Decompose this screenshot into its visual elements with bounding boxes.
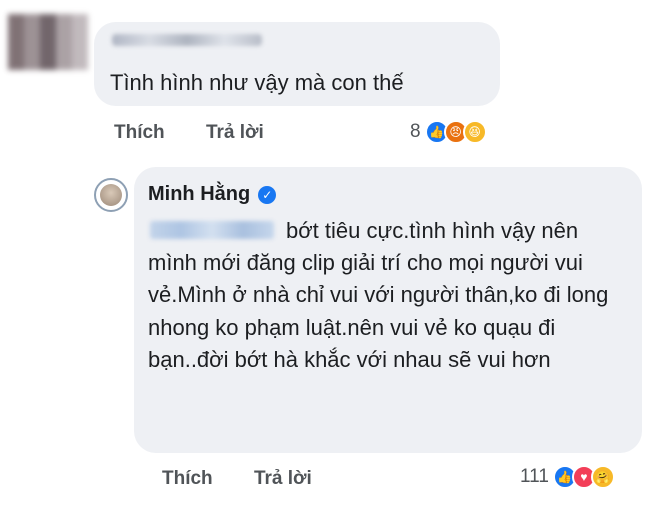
verified-badge-icon: ✓ — [258, 185, 277, 204]
comment-bubble: Tình hình như vậy mà con thế — [94, 22, 500, 106]
reply-button[interactable]: Trả lời — [254, 468, 312, 489]
reply-actions: Thích Trả lời — [162, 468, 348, 490]
like-button[interactable]: Thích — [114, 122, 165, 143]
reply-reaction-summary[interactable]: 111 👍 ♥ 🤗 — [520, 465, 615, 489]
reply-author: Minh Hằng ✓ — [148, 183, 277, 206]
reaction-count: 8 — [410, 121, 421, 142]
commenter-name-blurred[interactable] — [112, 34, 262, 46]
haha-icon: 😆 — [462, 120, 487, 144]
comment-text: Tình hình như vậy mà con thế — [110, 70, 404, 95]
reply-text: bớt tiêu cực.tình hình vậy nên mình mới … — [148, 218, 609, 372]
comment-actions: Thích Trả lời — [114, 122, 300, 144]
reaction-count: 111 — [520, 466, 549, 487]
reply-author-avatar[interactable] — [94, 178, 128, 212]
commenter-avatar-blurred[interactable] — [8, 14, 88, 70]
reply-author-name[interactable]: Minh Hằng — [148, 183, 250, 206]
care-icon: 🤗 — [590, 465, 615, 489]
reply-bubble: Minh Hằng ✓ bớt tiêu cực.tình hình vậy n… — [134, 167, 642, 453]
reply-button[interactable]: Trả lời — [206, 122, 264, 143]
like-button[interactable]: Thích — [162, 468, 213, 489]
reaction-summary[interactable]: 8 👍 😠 😆 — [410, 120, 487, 144]
